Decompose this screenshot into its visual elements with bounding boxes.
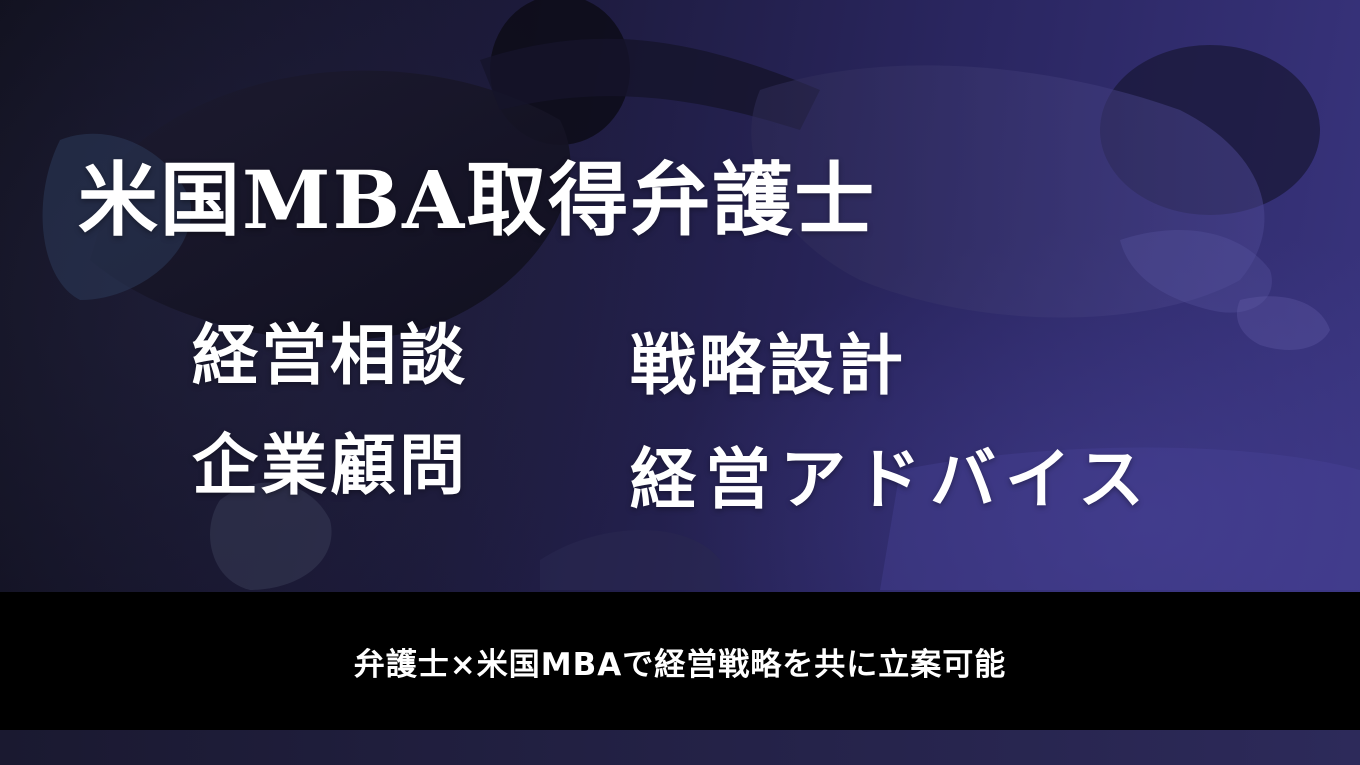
- service-label-strategy-design: 戦略設計: [630, 326, 906, 404]
- service-label-corporate-advisor: 企業顧問: [192, 426, 468, 504]
- tagline-bar: 弁護士×米国MBAで経営戦略を共に立案可能: [0, 592, 1360, 730]
- bottom-image-strip: [0, 730, 1360, 765]
- tagline-text: 弁護士×米国MBAで経営戦略を共に立案可能: [353, 646, 1007, 683]
- service-label-management-consulting: 経営相談: [192, 316, 468, 394]
- hero-banner: 米国MBA取得弁護士 経営相談 企業顧問 戦略設計 経営アドバイス 弁護士×米国…: [0, 0, 1360, 765]
- service-label-management-advice: 経営アドバイス: [630, 440, 1154, 518]
- banner-title: 米国MBA取得弁護士: [78, 153, 877, 247]
